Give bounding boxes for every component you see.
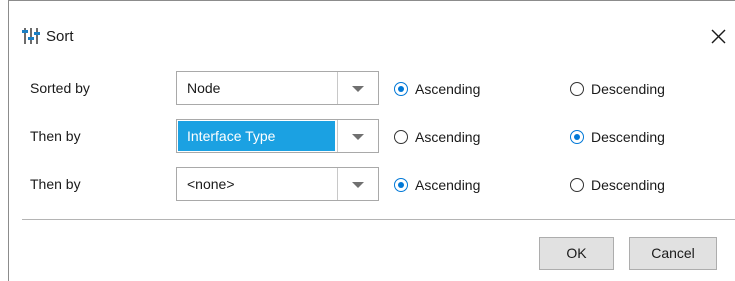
sort-row-3: Then by <none> Ascending Descending [9, 167, 735, 203]
radio-selected-icon [394, 82, 408, 96]
combobox-value: Interface Type [178, 121, 335, 151]
combobox-value: <none> [187, 176, 235, 192]
descending-label: Descending [591, 129, 665, 145]
radio-unselected-icon [570, 178, 584, 192]
ok-button[interactable]: OK [539, 237, 614, 270]
sort-sliders-icon [22, 27, 40, 48]
descending-label: Descending [591, 81, 665, 97]
descending-radio-1[interactable]: Descending [570, 80, 665, 98]
sort-field-combobox-2[interactable]: Interface Type [176, 119, 379, 153]
dialog-title: Sort [46, 28, 74, 45]
sort-field-combobox-1[interactable]: Node [176, 71, 379, 105]
ascending-label: Ascending [415, 81, 481, 97]
ascending-label: Ascending [415, 129, 481, 145]
descending-radio-3[interactable]: Descending [570, 176, 665, 194]
close-icon[interactable] [706, 23, 732, 49]
ascending-radio-2[interactable]: Ascending [394, 128, 480, 146]
sort-dialog: Sort Sorted by Node Ascending Descending… [8, 0, 735, 281]
ascending-label: Ascending [415, 177, 481, 193]
radio-unselected-icon [394, 130, 408, 144]
descending-label: Descending [591, 177, 665, 193]
cancel-button[interactable]: Cancel [629, 237, 717, 270]
chevron-down-icon[interactable] [338, 72, 378, 104]
combobox-value: Node [187, 80, 221, 96]
radio-selected-icon [394, 178, 408, 192]
descending-radio-2[interactable]: Descending [570, 128, 665, 146]
sort-field-combobox-3[interactable]: <none> [176, 167, 379, 201]
chevron-down-icon[interactable] [338, 120, 378, 152]
sort-row-1: Sorted by Node Ascending Descending [9, 71, 735, 107]
radio-unselected-icon [570, 82, 584, 96]
title-bar: Sort [9, 1, 735, 51]
sort-row-2: Then by Interface Type Ascending Descend… [9, 119, 735, 155]
ascending-radio-1[interactable]: Ascending [394, 80, 480, 98]
sort-row-label: Sorted by [30, 80, 90, 96]
chevron-down-icon[interactable] [338, 168, 378, 200]
ascending-radio-3[interactable]: Ascending [394, 176, 480, 194]
sort-row-label: Then by [30, 176, 81, 192]
sort-row-label: Then by [30, 128, 81, 144]
radio-selected-icon [570, 130, 584, 144]
footer-divider [22, 219, 735, 220]
